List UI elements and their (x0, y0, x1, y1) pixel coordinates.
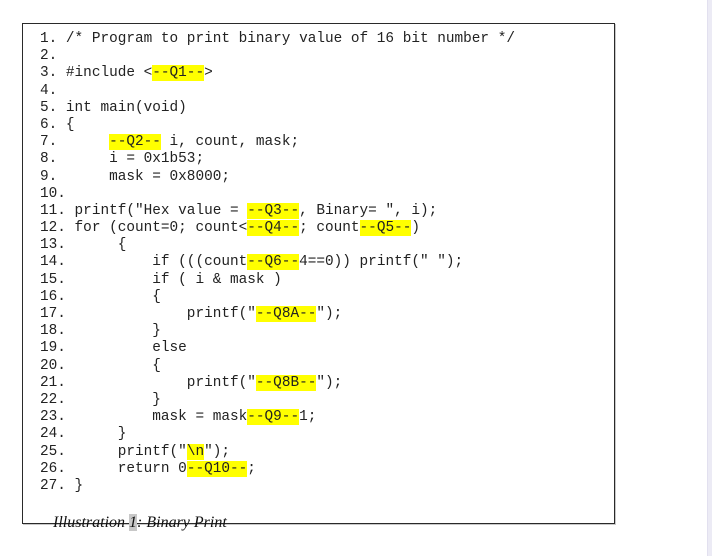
code-text: 3. #include < (40, 65, 153, 82)
code-line: 18. } (40, 323, 515, 340)
code-line: 15. if ( i & mask ) (40, 272, 515, 289)
code-text: 21. printf(" (40, 374, 256, 391)
highlighted-blank: \n (186, 443, 205, 460)
code-text: ; count (299, 220, 360, 237)
code-line: 12. for (count=0; count<--Q4--; count--Q… (40, 220, 515, 237)
code-text: 23. mask = mask (40, 409, 248, 426)
code-text: 24. } (40, 426, 127, 443)
code-text: "); (316, 306, 343, 322)
code-line: 9. mask = 0x8000; (40, 169, 515, 186)
code-text: 26. return 0 (40, 460, 187, 477)
code-text: 2. (40, 48, 58, 65)
caption-number-field[interactable]: 1 (129, 514, 138, 531)
code-text: 7. (40, 134, 110, 151)
code-line: 2. (40, 48, 515, 65)
code-text: 13. { (40, 237, 127, 254)
code-text: > (204, 65, 213, 82)
code-line: 7. --Q2-- i, count, mask; (40, 134, 515, 151)
code-text: ; (247, 460, 256, 477)
caption-prefix: Illustration (53, 514, 130, 531)
code-line: 13. { (40, 237, 515, 254)
code-line: 1. /* Program to print binary value of 1… (40, 31, 515, 48)
code-text: 11. printf("Hex value = (40, 202, 248, 219)
highlighted-blank: --Q9-- (247, 409, 300, 426)
code-text: 18. } (40, 323, 161, 340)
code-line: 11. printf("Hex value = --Q3--, Binary= … (40, 202, 515, 220)
code-text: 9. mask = 0x8000; (40, 168, 230, 185)
code-text: 27. } (40, 477, 84, 494)
highlighted-blank: --Q3-- (247, 202, 300, 219)
highlighted-blank: --Q8B-- (255, 374, 317, 391)
code-text: 6. { (40, 116, 75, 133)
code-text: 12. for (count=0; count< (40, 220, 248, 237)
code-illustration-frame: 1. /* Program to print binary value of 1… (22, 23, 615, 531)
code-line: 27. } (40, 478, 515, 495)
code-text: 14. if (((count (40, 254, 248, 271)
code-text: 4==0)) printf(" "); (299, 254, 464, 271)
code-listing: 1. /* Program to print binary value of 1… (40, 31, 515, 495)
code-text: , Binary= ", i); (299, 202, 438, 219)
code-line: 17. printf("--Q8A--"); (40, 306, 515, 323)
code-text: 15. if ( i & mask ) (40, 271, 282, 288)
code-line: 6. { (40, 117, 515, 134)
code-text: 22. } (40, 391, 161, 408)
code-text: ) (411, 220, 421, 237)
code-text: 1. /* Program to print binary value of 1… (40, 31, 515, 47)
code-text: 4. (40, 82, 58, 99)
code-text: 20. { (40, 357, 161, 374)
code-line: 8. i = 0x1b53; (40, 151, 515, 168)
document-page: 1. /* Program to print binary value of 1… (0, 0, 712, 556)
code-text: 17. printf(" (40, 306, 256, 322)
code-line: 10. (40, 186, 515, 203)
code-line: 16. { (40, 289, 515, 306)
highlighted-blank: --Q8A-- (255, 306, 317, 322)
highlighted-blank: --Q2-- (109, 134, 161, 151)
window-edge-strip (707, 0, 712, 556)
code-line: 25. printf("\n"); (40, 443, 515, 461)
code-line: 24. } (40, 426, 515, 443)
code-line: 5. int main(void) (40, 100, 515, 117)
code-text: 16. { (40, 288, 161, 305)
code-line: 21. printf("--Q8B--"); (40, 374, 515, 392)
highlighted-blank: --Q6-- (247, 254, 300, 271)
highlighted-blank: --Q10-- (186, 460, 248, 477)
code-text: 1; (299, 409, 317, 426)
code-text: 8. i = 0x1b53; (40, 151, 205, 168)
code-text: i, count, mask; (160, 134, 300, 151)
highlighted-blank: --Q1-- (152, 65, 205, 82)
highlighted-blank: --Q5-- (359, 220, 412, 237)
highlighted-blank: --Q4-- (247, 220, 300, 237)
code-text: 10. (40, 185, 66, 202)
code-line: 19. else (40, 340, 515, 357)
caption-suffix: : Binary Print (137, 514, 227, 531)
code-line: 14. if (((count--Q6--4==0)) printf(" "); (40, 254, 515, 271)
illustration-caption: Illustration 1: Binary Print (29, 496, 227, 550)
code-text: 25. printf(" (40, 443, 187, 460)
code-line: 22. } (40, 392, 515, 409)
code-line: 20. { (40, 358, 515, 375)
code-text: 19. else (40, 340, 187, 357)
code-line: 3. #include <--Q1--> (40, 65, 515, 82)
code-text: "); (204, 443, 231, 460)
code-line: 26. return 0--Q10--; (40, 460, 515, 478)
code-line: 4. (40, 83, 515, 100)
code-text: "); (316, 374, 343, 391)
code-text: 5. int main(void) (40, 99, 187, 116)
code-line: 23. mask = mask--Q9--1; (40, 409, 515, 426)
